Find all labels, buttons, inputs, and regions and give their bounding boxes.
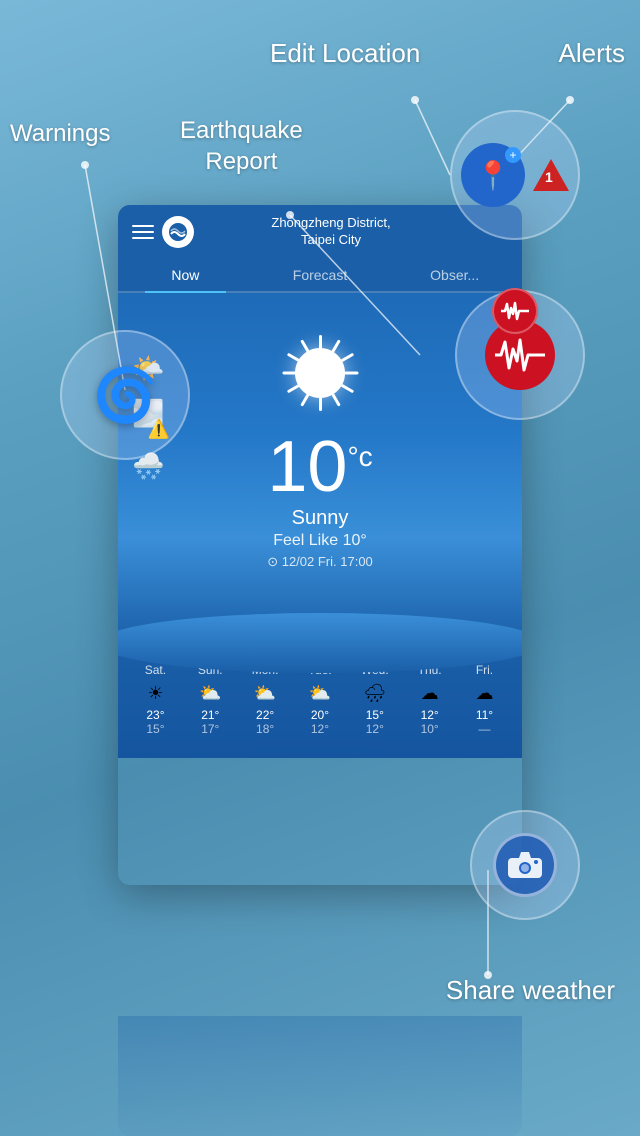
add-location-button[interactable]: 📍 + bbox=[461, 143, 525, 207]
tab-observations[interactable]: Obser... bbox=[387, 259, 522, 291]
warnings-circle[interactable]: 🌀 ⚠️ bbox=[60, 330, 190, 460]
seismograph-small-icon bbox=[501, 301, 529, 321]
sun-core bbox=[295, 348, 345, 398]
alert-badge-container bbox=[533, 159, 569, 191]
weather-description: Sunny bbox=[292, 507, 349, 530]
location-pin-icon: 📍 bbox=[476, 159, 511, 192]
sun-display bbox=[270, 323, 370, 423]
camera-button[interactable] bbox=[493, 833, 557, 897]
plus-badge: + bbox=[505, 147, 521, 163]
forecast-day-thu: Thu. ☁ 12° 10° bbox=[405, 663, 455, 736]
forecast-day-tue: Tue. ⛅ 20° 12° bbox=[295, 663, 345, 736]
forecast-row: Sat. ☀ 23° 15° Sun. ⛅ 21° 17° Mon. ⛅ 22°… bbox=[128, 663, 512, 736]
location-display: Zhongzheng District, Taipei City bbox=[271, 215, 390, 249]
tab-forecast[interactable]: Forecast bbox=[253, 259, 388, 291]
seismograph-icon bbox=[495, 337, 545, 373]
app-card-reflection bbox=[118, 1016, 522, 1136]
datetime-display: ⊙ 12/02 Fri. 17:00 bbox=[267, 554, 373, 570]
forecast-day-wed: Wed. 🌧 15° 12° bbox=[350, 663, 400, 736]
app-card: Zhongzheng District, Taipei City Now For… bbox=[118, 205, 522, 885]
alerts-annotation: Alerts bbox=[559, 38, 625, 69]
feel-like-display: Feel Like 10° bbox=[273, 532, 367, 550]
warnings-annotation: Warnings bbox=[10, 120, 110, 148]
camera-icon bbox=[507, 851, 543, 879]
earthquake-annotation: EarthquakeReport bbox=[180, 115, 303, 177]
wave-logo-icon bbox=[168, 222, 188, 242]
share-weather-annotation: Share weather bbox=[446, 975, 615, 1006]
warning-icon: ⚠️ bbox=[148, 419, 170, 440]
share-weather-circle[interactable] bbox=[470, 810, 580, 920]
app-tabs: Now Forecast Obser... bbox=[118, 259, 522, 293]
forecast-day-fri: Fri. ☁ 11° — bbox=[459, 663, 509, 736]
header-left bbox=[132, 216, 194, 248]
tab-now[interactable]: Now bbox=[118, 259, 253, 291]
app-logo bbox=[162, 216, 194, 248]
alert-triangle-icon bbox=[533, 159, 569, 191]
menu-button[interactable] bbox=[132, 225, 154, 239]
hurricane-icon: 🌀 bbox=[93, 365, 158, 426]
forecast-day-sun: Sun. ⛅ 21° 17° bbox=[185, 663, 235, 736]
edit-location-annotation: Edit Location bbox=[270, 38, 420, 69]
forecast-day-mon: Mon. ⛅ 22° 18° bbox=[240, 663, 290, 736]
temperature-display: 10°c bbox=[267, 431, 372, 503]
forecast-day-sat: Sat. ☀ 23° 15° bbox=[130, 663, 180, 736]
seismo-small-badge[interactable] bbox=[492, 288, 538, 334]
edit-location-circle[interactable]: 📍 + bbox=[450, 110, 580, 240]
